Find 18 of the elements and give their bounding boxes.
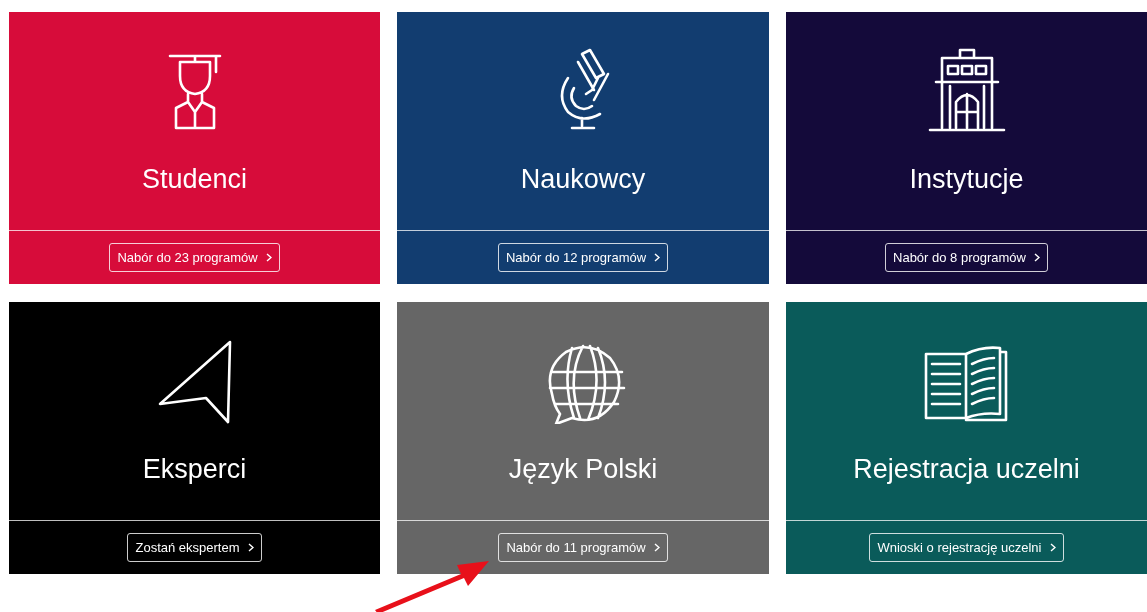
chevron-icon: [1049, 543, 1056, 552]
program-button[interactable]: Nabór do 23 programów: [109, 243, 280, 272]
program-button[interactable]: Nabór do 12 programów: [497, 243, 669, 272]
chevron-icon: [265, 253, 272, 262]
program-button[interactable]: Nabór do 8 programów: [885, 243, 1048, 272]
program-button[interactable]: Zostań ekspertem: [127, 533, 262, 562]
card-title: Naukowcy: [520, 163, 646, 196]
card-title: Instytucje: [909, 163, 1024, 196]
chevron-icon: [654, 253, 661, 262]
card-title: Rejestracja uczelni: [853, 453, 1080, 486]
chevron-icon: [1034, 253, 1040, 262]
program-button[interactable]: Wnioski o rejestrację uczelni: [869, 533, 1064, 562]
chevron-icon: [653, 543, 660, 552]
card-title: Studenci: [141, 163, 248, 196]
card-title: Eksperci: [142, 453, 247, 486]
card-title: Język Polski: [508, 453, 658, 486]
chevron-icon: [247, 543, 254, 552]
program-button[interactable]: Nabór do 11 programów: [498, 533, 668, 562]
